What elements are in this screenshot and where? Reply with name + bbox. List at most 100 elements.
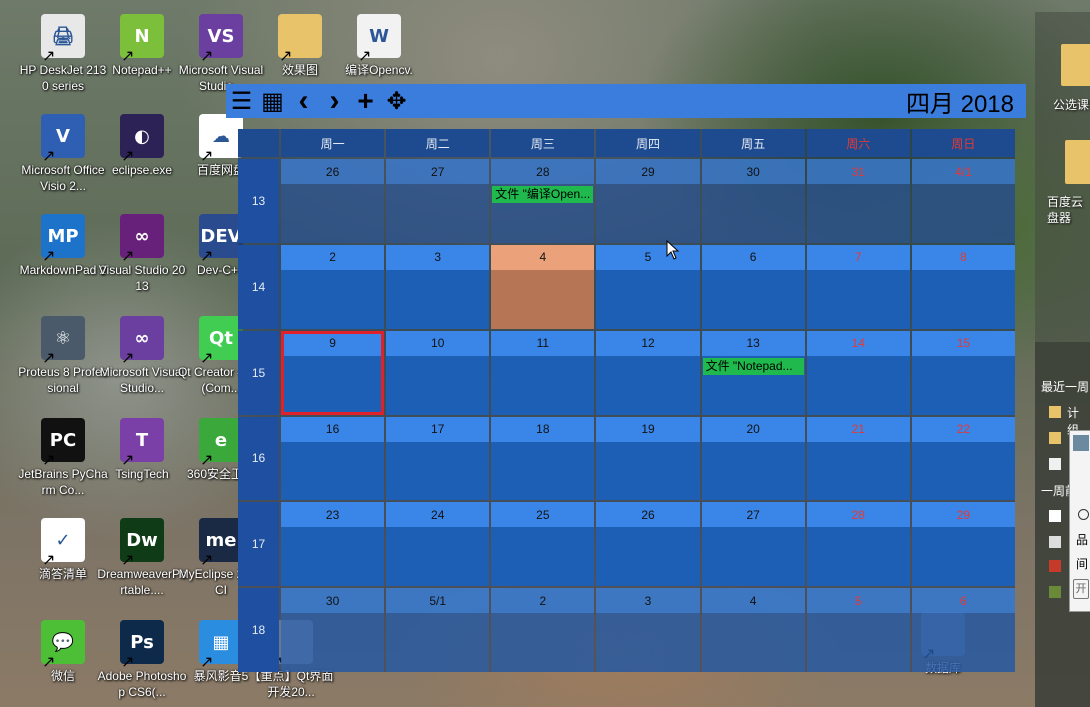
- shortcut-arrow-icon: ↗: [200, 48, 214, 65]
- day-cell[interactable]: 29: [596, 159, 700, 243]
- day-cell[interactable]: 14: [806, 330, 910, 415]
- day-cell[interactable]: 4: [701, 588, 805, 672]
- desktop-icon[interactable]: VS ↗ Microsoft Visual Studio...: [176, 14, 266, 94]
- day-number: 13: [701, 330, 805, 356]
- day-cell[interactable]: 30: [701, 159, 805, 243]
- desktop-icon[interactable]: MP ↗ MarkdownPad 2: [18, 214, 108, 278]
- day-number: 31: [806, 159, 910, 184]
- day-number: 17: [386, 416, 490, 442]
- day-cell[interactable]: 19: [596, 416, 700, 501]
- day-cell[interactable]: 28 文件 "编译Open...: [491, 159, 595, 243]
- calendar-icon[interactable]: ▦: [257, 84, 288, 118]
- desktop-icon[interactable]: ✓ ↗ 滴答清单: [18, 518, 108, 582]
- day-cell[interactable]: 4/1: [911, 159, 1015, 243]
- day-number: 26: [281, 159, 385, 184]
- day-cell[interactable]: 30: [281, 588, 385, 672]
- calendar-event[interactable]: 文件 "Notepad...: [702, 357, 804, 375]
- day-cell[interactable]: 27: [386, 159, 490, 243]
- day-cell[interactable]: 4: [491, 244, 595, 329]
- desktop-icon[interactable]: ↗ 效果图: [255, 14, 345, 78]
- add-event-button[interactable]: +: [350, 84, 381, 118]
- shortcut-arrow-icon: ↗: [121, 654, 135, 671]
- desktop-icon[interactable]: ◐ ↗ eclipse.exe: [97, 114, 187, 178]
- prev-month-button[interactable]: ‹: [288, 84, 319, 118]
- shortcut-arrow-icon: ↗: [200, 350, 214, 367]
- day-cell[interactable]: 13 文件 "Notepad...: [701, 330, 805, 415]
- folder-icon[interactable]: [1061, 44, 1090, 86]
- desktop-icon[interactable]: V ↗ Microsoft Office Visio 2...: [18, 114, 108, 194]
- desktop-icon[interactable]: T ↗ TsingTech: [97, 418, 187, 482]
- day-number: 29: [911, 502, 1015, 528]
- day-cell[interactable]: 10: [386, 330, 490, 415]
- day-number: 5: [806, 588, 910, 614]
- grid-corner: [238, 129, 279, 157]
- day-number: 20: [701, 416, 805, 442]
- folder-icon: [1049, 406, 1061, 418]
- day-cell[interactable]: 22: [911, 416, 1015, 501]
- day-cell[interactable]: 26: [596, 502, 700, 587]
- desktop-icon[interactable]: PC ↗ JetBrains PyCharm Co...: [18, 418, 108, 498]
- day-cell[interactable]: 27: [701, 502, 805, 587]
- day-cell[interactable]: 7: [806, 244, 910, 329]
- document-icon: [1049, 560, 1061, 572]
- day-cell[interactable]: 23: [281, 502, 385, 587]
- day-cell[interactable]: 3: [386, 244, 490, 329]
- desktop-icon[interactable]: Dw ↗ DreamweaverPortable....: [97, 518, 187, 598]
- calendar-event[interactable]: 文件 "编译Open...: [492, 186, 594, 203]
- day-cell[interactable]: 17: [386, 416, 490, 501]
- desktop-icon[interactable]: W ↗ 编译Opencv.: [334, 14, 424, 78]
- desktop-icon[interactable]: ∞ ↗ Visual Studio 2013: [97, 214, 187, 294]
- desktop-icon[interactable]: Ps ↗ Adobe Photoshop CS6(...: [97, 620, 187, 700]
- day-cell[interactable]: 25: [491, 502, 595, 587]
- recent-panel: 最近一周 计组 一周前 品 间 开: [1035, 342, 1090, 707]
- mouse-cursor-icon: [666, 240, 680, 260]
- day-cell[interactable]: 3: [596, 588, 700, 672]
- day-cell[interactable]: 6: [911, 588, 1015, 672]
- move-window-icon[interactable]: ✥: [381, 84, 412, 118]
- folder-icon[interactable]: [1065, 140, 1090, 184]
- day-cell[interactable]: 15: [911, 330, 1015, 415]
- shortcut-arrow-icon: ↗: [200, 654, 214, 671]
- day-cell[interactable]: 28: [806, 502, 910, 587]
- day-cell[interactable]: 29: [911, 502, 1015, 587]
- day-cell[interactable]: 2: [281, 244, 385, 329]
- day-cell[interactable]: 16: [281, 416, 385, 501]
- weekday-header: 周一: [281, 129, 385, 157]
- day-number: 15: [911, 330, 1015, 356]
- desktop-icon[interactable]: ⚛ ↗ Proteus 8 Professional: [18, 316, 108, 396]
- document-icon: [1049, 510, 1061, 522]
- day-cell[interactable]: 12: [596, 330, 700, 415]
- day-number: 5/1: [386, 588, 490, 614]
- shortcut-arrow-icon: ↗: [121, 350, 135, 367]
- popup-button[interactable]: 开: [1073, 579, 1089, 599]
- day-number: 14: [806, 330, 910, 356]
- day-cell[interactable]: 5: [596, 244, 700, 329]
- desktop-icon-label: Microsoft Visual Studio...: [99, 365, 185, 395]
- desktop-icon-label: eclipse.exe: [111, 163, 173, 177]
- desktop-icon[interactable]: ∞ ↗ Microsoft Visual Studio...: [97, 316, 187, 396]
- day-cell[interactable]: 31: [806, 159, 910, 243]
- day-cell[interactable]: 20: [701, 416, 805, 501]
- day-cell[interactable]: 9: [281, 330, 385, 415]
- desktop-icon[interactable]: 🖨 ↗ HP DeskJet 2130 series: [18, 14, 108, 94]
- day-number: 16: [281, 416, 385, 442]
- menu-icon[interactable]: ☰: [226, 84, 257, 118]
- next-month-button[interactable]: ›: [319, 84, 350, 118]
- week-number: 14: [238, 244, 279, 329]
- day-number: 3: [596, 588, 700, 614]
- day-cell[interactable]: 26: [281, 159, 385, 243]
- desktop-icon[interactable]: N ↗ Notepad++: [97, 14, 187, 78]
- day-cell[interactable]: 24: [386, 502, 490, 587]
- day-cell[interactable]: 11: [491, 330, 595, 415]
- day-cell[interactable]: 8: [911, 244, 1015, 329]
- desktop-icon-label: Adobe Photoshop CS6(...: [97, 669, 187, 699]
- day-cell[interactable]: 5: [806, 588, 910, 672]
- day-cell[interactable]: 6: [701, 244, 805, 329]
- day-cell[interactable]: 2: [491, 588, 595, 672]
- day-cell[interactable]: 18: [491, 416, 595, 501]
- radio-icon[interactable]: [1078, 509, 1089, 520]
- day-number: 30: [281, 588, 385, 614]
- day-cell[interactable]: 21: [806, 416, 910, 501]
- desktop-icon[interactable]: 💬 ↗ 微信: [18, 620, 108, 684]
- day-cell[interactable]: 5/1: [386, 588, 490, 672]
